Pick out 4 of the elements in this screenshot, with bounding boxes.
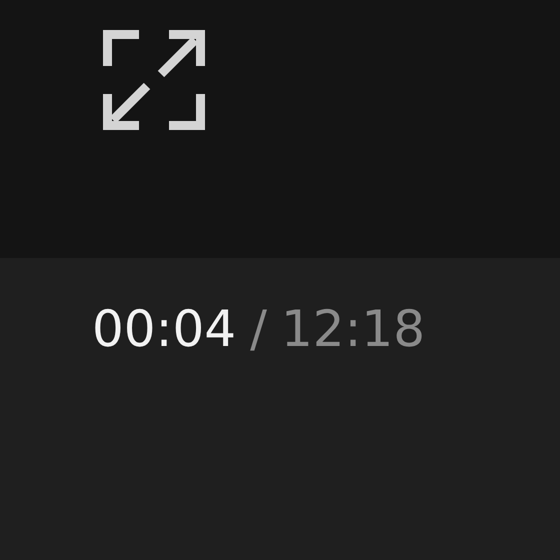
duration: 12:18 xyxy=(280,300,426,358)
current-time: 00:04 xyxy=(92,300,236,358)
fullscreen-icon[interactable] xyxy=(103,30,205,130)
time-separator: / xyxy=(250,300,267,358)
